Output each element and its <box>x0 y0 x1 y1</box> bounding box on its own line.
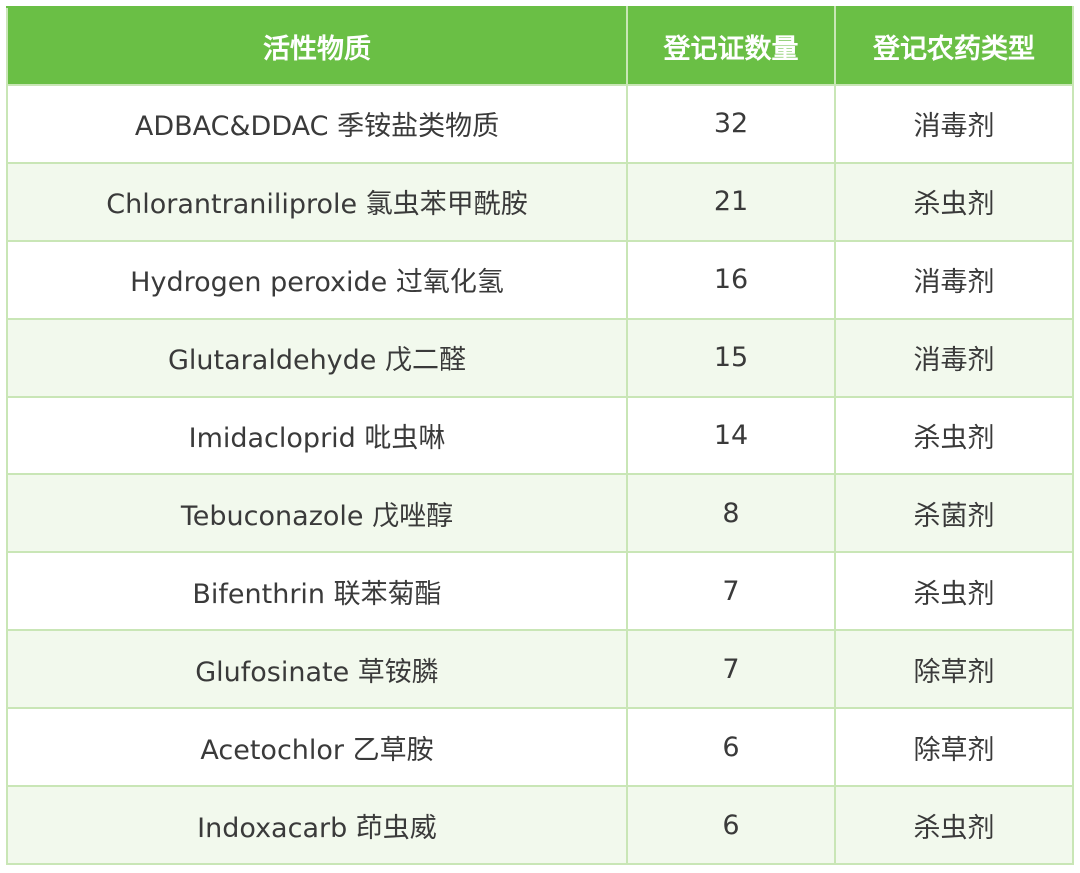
table-row: ADBAC&DDAC 季铵盐类物质 32 消毒剂 <box>6 84 1074 164</box>
cell-count: 7 <box>626 551 836 632</box>
cell-substance: Acetochlor 乙草胺 <box>6 707 628 788</box>
table-row: Hydrogen peroxide 过氧化氢 16 消毒剂 <box>6 239 1074 320</box>
cell-count: 8 <box>626 473 836 554</box>
table-row: Tebuconazole 戊唑醇 8 杀菌剂 <box>6 473 1074 554</box>
cell-type: 杀菌剂 <box>834 473 1074 554</box>
cell-count: 32 <box>626 84 836 164</box>
cell-substance: Glutaraldehyde 戊二醛 <box>6 317 628 398</box>
cell-substance: Indoxacarb 茚虫威 <box>6 785 628 865</box>
table-row: Glufosinate 草铵膦 7 除草剂 <box>6 629 1074 710</box>
cell-type: 杀虫剂 <box>834 785 1074 865</box>
header-pesticide-type: 登记农药类型 <box>834 6 1074 86</box>
cell-substance: Imidacloprid 吡虫啉 <box>6 395 628 476</box>
table-row: Glutaraldehyde 戊二醛 15 消毒剂 <box>6 317 1074 398</box>
cell-substance: Glufosinate 草铵膦 <box>6 629 628 710</box>
table-row: Indoxacarb 茚虫威 6 杀虫剂 <box>6 785 1074 865</box>
cell-count: 6 <box>626 707 836 788</box>
cell-type: 消毒剂 <box>834 84 1074 164</box>
header-active-substance: 活性物质 <box>6 6 628 86</box>
cell-type: 杀虫剂 <box>834 161 1074 242</box>
data-table-container: 活性物质 登记证数量 登记农药类型 ADBAC&DDAC 季铵盐类物质 32 消… <box>6 6 1074 865</box>
cell-substance: Tebuconazole 戊唑醇 <box>6 473 628 554</box>
table-row: Imidacloprid 吡虫啉 14 杀虫剂 <box>6 395 1074 476</box>
cell-count: 7 <box>626 629 836 710</box>
cell-substance: Bifenthrin 联苯菊酯 <box>6 551 628 632</box>
cell-type: 杀虫剂 <box>834 551 1074 632</box>
active-substance-table: 活性物质 登记证数量 登记农药类型 ADBAC&DDAC 季铵盐类物质 32 消… <box>6 6 1074 865</box>
cell-substance: ADBAC&DDAC 季铵盐类物质 <box>6 84 628 164</box>
cell-type: 杀虫剂 <box>834 395 1074 476</box>
table-header-row: 活性物质 登记证数量 登记农药类型 <box>6 6 1074 86</box>
cell-type: 除草剂 <box>834 629 1074 710</box>
table-row: Bifenthrin 联苯菊酯 7 杀虫剂 <box>6 551 1074 632</box>
cell-substance: Chlorantraniliprole 氯虫苯甲酰胺 <box>6 161 628 242</box>
cell-type: 除草剂 <box>834 707 1074 788</box>
cell-count: 21 <box>626 161 836 242</box>
cell-type: 消毒剂 <box>834 239 1074 320</box>
header-registration-count: 登记证数量 <box>626 6 836 86</box>
cell-substance: Hydrogen peroxide 过氧化氢 <box>6 239 628 320</box>
table-row: Chlorantraniliprole 氯虫苯甲酰胺 21 杀虫剂 <box>6 161 1074 242</box>
cell-count: 16 <box>626 239 836 320</box>
cell-count: 6 <box>626 785 836 865</box>
cell-type: 消毒剂 <box>834 317 1074 398</box>
cell-count: 15 <box>626 317 836 398</box>
table-row: Acetochlor 乙草胺 6 除草剂 <box>6 707 1074 788</box>
cell-count: 14 <box>626 395 836 476</box>
